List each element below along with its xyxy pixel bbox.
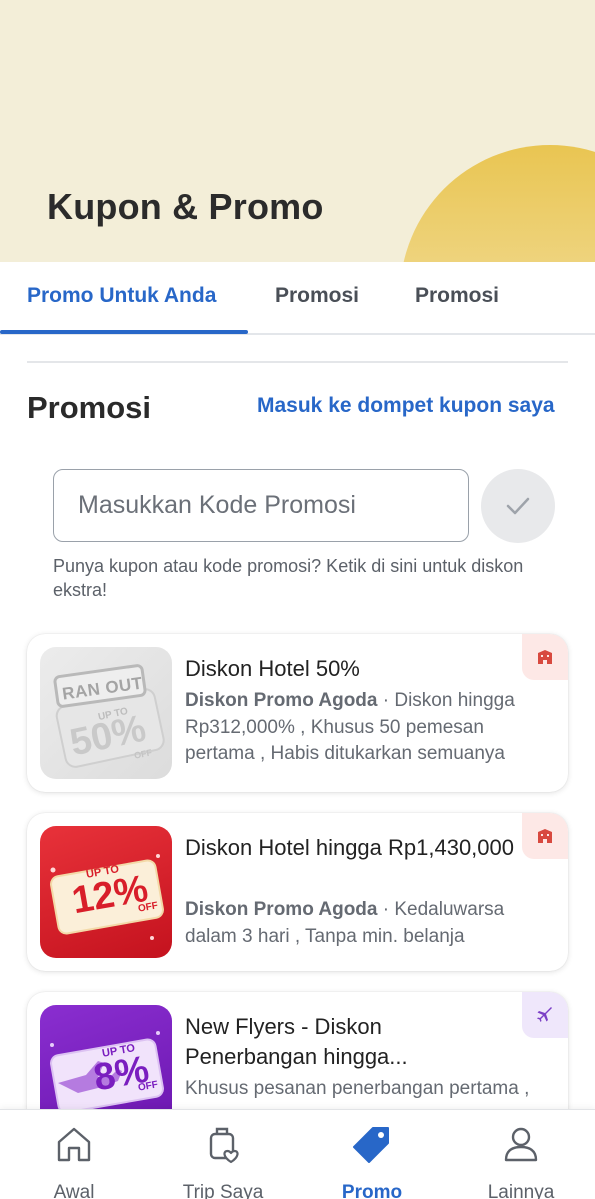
nav-label: Awal xyxy=(53,1182,95,1199)
nav-awal[interactable]: Awal xyxy=(0,1110,148,1199)
promo-card[interactable]: UP TO 12% OFF Diskon Hotel hingga Rp1,43… xyxy=(27,813,568,971)
page-header: Kupon & Promo xyxy=(0,0,595,262)
promo-hint-text: Punya kupon atau kode promosi? Ketik di … xyxy=(53,556,524,600)
nav-lainnya[interactable]: Lainnya xyxy=(447,1110,595,1199)
user-icon xyxy=(504,1127,538,1162)
promo-details: Khusus pesanan penerbangan pertama , xyxy=(185,1078,530,1099)
apply-code-button[interactable] xyxy=(481,469,555,543)
promo-source: Diskon Promo Agoda xyxy=(185,899,378,920)
nav-label: Trip Saya xyxy=(182,1182,264,1199)
hotel-badge xyxy=(522,813,568,859)
flight-badge xyxy=(522,992,568,1038)
header-sun-decoration xyxy=(400,145,595,262)
active-tab-indicator xyxy=(0,330,248,334)
nav-trip-saya[interactable]: Trip Saya xyxy=(149,1110,297,1199)
promo-description: Khusus pesanan penerbangan pertama , xyxy=(185,1076,535,1103)
promo-card[interactable]: RAN OUT UP TO 50% OFF Diskon Hotel 50% D… xyxy=(27,634,568,792)
hotel-icon xyxy=(538,829,552,843)
promo-title: Diskon Hotel hingga Rp1,430,000 xyxy=(185,835,515,860)
promo-code-input[interactable] xyxy=(53,469,469,542)
tag-icon xyxy=(353,1127,389,1163)
home-icon xyxy=(57,1127,91,1162)
tab-promosi-2[interactable]: Promosi xyxy=(415,284,499,308)
section-title: Promosi xyxy=(27,390,152,425)
section-divider xyxy=(27,361,568,363)
promo-thumbnail: RAN OUT UP TO 50% OFF xyxy=(40,647,172,779)
plane-icon xyxy=(537,1007,552,1022)
promo-source: Diskon Promo Agoda xyxy=(185,690,378,711)
page-title: Kupon & Promo xyxy=(47,186,324,227)
nav-label: Lainnya xyxy=(487,1182,555,1199)
promo-title: Diskon Hotel 50% xyxy=(185,656,360,681)
tab-promosi[interactable]: Promosi xyxy=(275,284,359,308)
check-icon xyxy=(506,497,530,515)
nav-promo[interactable]: Promo xyxy=(298,1110,446,1199)
hotel-badge xyxy=(522,634,568,680)
hotel-icon xyxy=(538,650,552,664)
luggage-heart-icon xyxy=(209,1127,239,1164)
tab-promo-untuk-anda[interactable]: Promo Untuk Anda xyxy=(27,284,216,308)
coupon-wallet-link[interactable]: Masuk ke dompet kupon saya xyxy=(257,394,555,418)
promo-title: New Flyers - Diskon Penerbangan hingga..… xyxy=(185,1014,408,1069)
promo-description: Diskon Promo Agoda · Diskon hingga Rp312… xyxy=(185,688,535,768)
promo-thumbnail: UP TO 12% OFF xyxy=(40,826,172,958)
bottom-nav: Awal Trip Saya Promo Lainnya xyxy=(0,1109,595,1199)
nav-label: Promo xyxy=(341,1182,403,1199)
tab-bar: Promo Untuk Anda Promosi Promosi xyxy=(0,262,595,335)
promo-description: Diskon Promo Agoda · Kedaluwarsa dalam 3… xyxy=(185,897,535,950)
